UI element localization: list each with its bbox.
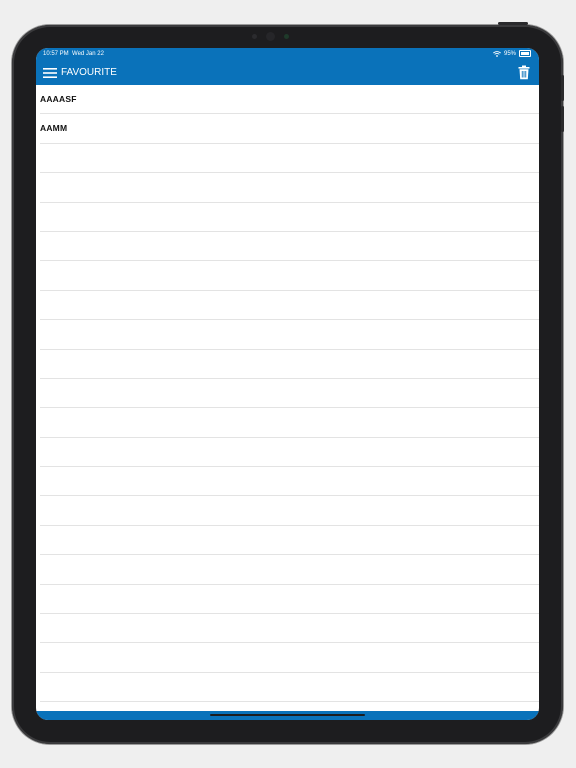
list-item <box>40 203 539 232</box>
battery-percent: 95% <box>503 50 516 57</box>
list-item <box>40 496 539 526</box>
list-item <box>40 467 539 497</box>
list-item <box>40 173 539 203</box>
volume-up-button <box>561 75 564 101</box>
list-item <box>40 232 539 262</box>
list-item <box>40 291 539 321</box>
front-camera <box>266 32 275 41</box>
list-item <box>40 643 539 673</box>
favourites-list: AAAASF AAMM <box>36 85 539 720</box>
status-time-date: 10:57 PM Wed Jan 22 <box>43 51 104 57</box>
sensor-dot <box>252 34 257 39</box>
delete-button[interactable] <box>518 65 530 80</box>
wifi-icon <box>493 50 501 57</box>
status-time: 10:57 PM <box>43 51 69 57</box>
list-item[interactable]: AAMM <box>40 114 539 144</box>
list-item <box>40 526 539 556</box>
list-item <box>40 438 539 468</box>
navigation-bar: FAVOURITE <box>36 60 539 85</box>
list-item <box>40 585 539 615</box>
status-date: Wed Jan 22 <box>72 51 104 57</box>
bottom-bar <box>36 711 539 720</box>
top-button <box>498 22 528 25</box>
page-title: FAVOURITE <box>61 67 117 78</box>
list-item-label: AAAASF <box>40 94 77 104</box>
list-item <box>40 673 539 703</box>
volume-down-button <box>561 106 564 132</box>
list-item-label: AAMM <box>40 123 68 134</box>
camera-sensor-dot <box>284 34 289 39</box>
home-indicator[interactable] <box>210 714 365 716</box>
hamburger-menu-icon <box>43 68 57 78</box>
battery-level-fill <box>521 52 529 55</box>
app-screen: 10:57 PM Wed Jan 22 95% FAVOURITE AAAASF… <box>36 48 539 720</box>
list-item <box>40 408 539 438</box>
battery-icon <box>519 50 531 57</box>
status-indicators: 95% <box>493 50 531 57</box>
trash-icon <box>518 65 530 80</box>
list-item <box>40 261 539 291</box>
list-item <box>40 614 539 644</box>
status-bar: 10:57 PM Wed Jan 22 95% <box>36 48 539 60</box>
list-item[interactable]: AAAASF <box>40 85 539 115</box>
list-item <box>40 350 539 379</box>
list-item <box>40 144 539 174</box>
list-item <box>40 320 539 350</box>
menu-button[interactable] <box>43 66 57 78</box>
list-item <box>40 555 539 585</box>
list-item <box>40 379 539 409</box>
